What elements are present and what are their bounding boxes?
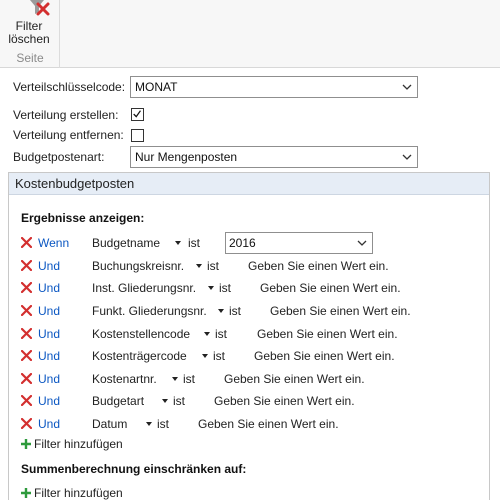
- add-filter-button[interactable]: Filter hinzufügen: [21, 437, 123, 451]
- ribbon-group-page: Filter löschen Seite: [0, 0, 60, 68]
- totals-heading: Summenberechnung einschränken auf:: [21, 462, 247, 476]
- filter-conjunction[interactable]: Und: [38, 372, 60, 386]
- filter-operator: ist: [188, 236, 200, 250]
- remove-filter-icon[interactable]: [21, 395, 32, 406]
- filter-row: Und Funkt. Gliederungsnr. ist Geben Sie ein…: [0, 302, 500, 322]
- filter-value-placeholder[interactable]: Geben Sie einen Wert ein.: [257, 327, 398, 341]
- filter-value-placeholder[interactable]: Geben Sie einen Wert ein.: [260, 281, 401, 295]
- clear-filter-icon: [30, 0, 50, 16]
- filter-field-name[interactable]: Budgetname: [92, 236, 160, 250]
- filter-field-name[interactable]: Funkt. Gliederungsnr.: [92, 304, 207, 318]
- filter-conjunction[interactable]: Und: [38, 417, 60, 431]
- filter-conjunction[interactable]: Und: [38, 327, 60, 341]
- field-dropdown-arrow-icon[interactable]: [146, 422, 152, 426]
- filter-value-placeholder[interactable]: Geben Sie einen Wert ein.: [254, 349, 395, 363]
- filter-operator: ist: [213, 349, 225, 363]
- filter-row: Und Inst. Gliederungsnr. ist Geben Sie eine…: [0, 279, 500, 299]
- filter-value-placeholder[interactable]: Geben Sie einen Wert ein.: [248, 259, 389, 273]
- section-header[interactable]: Kostenbudgetposten: [9, 173, 489, 195]
- chevron-down-icon: [402, 84, 412, 90]
- filter-conjunction[interactable]: Und: [38, 304, 60, 318]
- filter-field-name[interactable]: Kostenträgercode: [92, 349, 187, 363]
- filter-field-name[interactable]: Datum: [92, 417, 127, 431]
- filter-row: Und Kostenartnr. ist Geben Sie einen Wert e…: [0, 370, 500, 390]
- filter-operator: ist: [219, 281, 231, 295]
- field-dropdown-arrow-icon[interactable]: [202, 354, 208, 358]
- filter-conjunction[interactable]: Und: [38, 259, 60, 273]
- field-dropdown-arrow-icon[interactable]: [175, 241, 181, 245]
- remove-filter-icon[interactable]: [21, 282, 32, 293]
- filter-field-name[interactable]: Inst. Gliederungsnr.: [92, 281, 196, 295]
- checkmark-icon: [133, 110, 141, 118]
- filter-field-name[interactable]: Kostenstellencode: [92, 327, 190, 341]
- create-distribution-label: Verteilung erstellen:: [13, 108, 119, 122]
- filter-conjunction[interactable]: Und: [38, 349, 60, 363]
- budget-entry-type-value: Nur Mengenposten: [135, 150, 238, 164]
- filter-operator: ist: [207, 259, 219, 273]
- field-dropdown-arrow-icon[interactable]: [218, 309, 224, 313]
- clear-filter-button[interactable]: Filter löschen: [2, 0, 56, 50]
- filter-conjunction[interactable]: Wenn: [38, 236, 69, 250]
- filter-row: Und Buchungskreisnr. ist Geben Sie einen We…: [0, 257, 500, 277]
- filter-conjunction[interactable]: Und: [38, 394, 60, 408]
- remove-filter-icon[interactable]: [21, 373, 32, 384]
- section-title: Kostenbudgetposten: [15, 176, 135, 191]
- filter-operator: ist: [173, 394, 185, 408]
- add-totals-filter-button[interactable]: Filter hinzufügen: [21, 486, 123, 500]
- filter-conjunction[interactable]: Und: [38, 281, 60, 295]
- remove-filter-icon[interactable]: [21, 350, 32, 361]
- filter-value-combo[interactable]: 2016: [225, 232, 373, 254]
- distribution-key-label: Verteilschlüsselcode:: [13, 80, 126, 94]
- ribbon: Filter löschen Seite: [0, 0, 500, 68]
- create-distribution-checkbox[interactable]: [131, 108, 144, 121]
- filter-row: Wenn Budgetname ist 2016: [0, 232, 500, 254]
- filter-row: Und Budgetart ist Geben Sie einen Wert ein.: [0, 392, 500, 412]
- ribbon-group-label: Seite: [16, 51, 44, 65]
- filter-field-name[interactable]: Budgetart: [92, 394, 144, 408]
- remove-distribution-label: Verteilung entfernen:: [13, 128, 124, 142]
- filter-value: 2016: [229, 236, 256, 250]
- remove-filter-icon[interactable]: [21, 328, 32, 339]
- budget-entry-type-combo[interactable]: Nur Mengenposten: [130, 146, 418, 168]
- distribution-key-combo[interactable]: MONAT: [130, 76, 418, 98]
- field-dropdown-arrow-icon[interactable]: [208, 286, 214, 290]
- remove-filter-icon[interactable]: [21, 237, 32, 248]
- field-dropdown-arrow-icon[interactable]: [162, 399, 168, 403]
- clear-filter-label: Filter löschen: [8, 19, 50, 46]
- remove-filter-icon[interactable]: [21, 418, 32, 429]
- filter-row: Und Kostenträgercode ist Geben Sie einen We…: [0, 347, 500, 367]
- filter-row: Und Kostenstellencode ist Geben Sie einen W…: [0, 325, 500, 345]
- filter-operator: ist: [157, 417, 169, 431]
- filter-operator: ist: [215, 327, 227, 341]
- field-dropdown-arrow-icon[interactable]: [172, 377, 178, 381]
- field-dropdown-arrow-icon[interactable]: [196, 264, 202, 268]
- field-dropdown-arrow-icon[interactable]: [204, 332, 210, 336]
- filter-value-placeholder[interactable]: Geben Sie einen Wert ein.: [198, 417, 339, 431]
- remove-distribution-checkbox[interactable]: [131, 129, 144, 142]
- chevron-down-icon: [402, 154, 412, 160]
- filter-value-placeholder[interactable]: Geben Sie einen Wert ein.: [224, 372, 365, 386]
- filter-operator: ist: [229, 304, 241, 318]
- filter-field-name[interactable]: Kostenartnr.: [92, 372, 157, 386]
- filter-value-placeholder[interactable]: Geben Sie einen Wert ein.: [214, 394, 355, 408]
- add-filter-label: Filter hinzufügen: [34, 437, 123, 451]
- remove-filter-icon[interactable]: [21, 305, 32, 316]
- remove-filter-icon[interactable]: [21, 260, 32, 271]
- filter-field-name[interactable]: Buchungskreisnr.: [92, 259, 184, 273]
- plus-icon: [21, 439, 31, 449]
- filter-value-placeholder[interactable]: Geben Sie einen Wert ein.: [270, 304, 411, 318]
- distribution-key-value: MONAT: [135, 80, 178, 94]
- add-totals-filter-label: Filter hinzufügen: [34, 486, 123, 500]
- plus-icon: [21, 488, 31, 498]
- chevron-down-icon: [357, 240, 367, 246]
- filter-operator: ist: [183, 372, 195, 386]
- results-heading: Ergebnisse anzeigen:: [21, 211, 145, 225]
- budget-entry-type-label: Budgetpostenart:: [13, 150, 105, 164]
- filter-row: Und Datum ist Geben Sie einen Wert ein.: [0, 415, 500, 435]
